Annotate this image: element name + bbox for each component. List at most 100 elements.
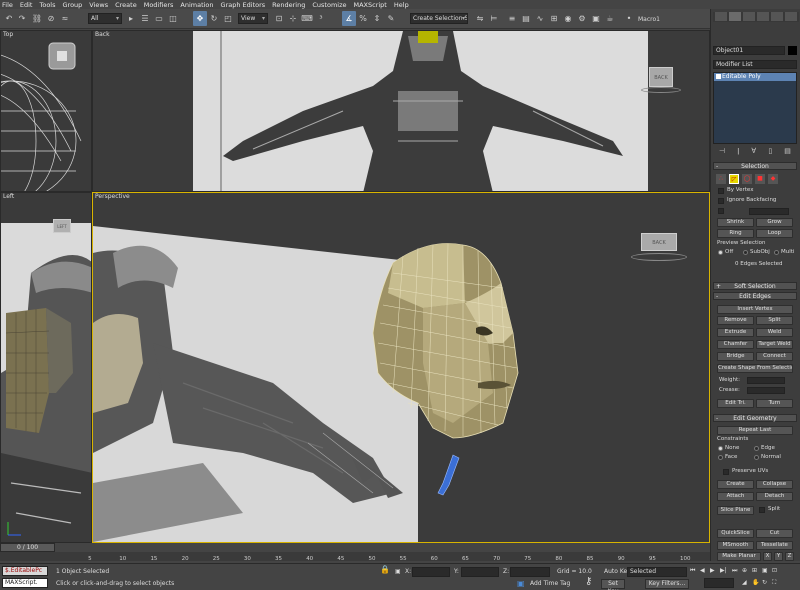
shrink-button[interactable]: Shrink — [717, 218, 754, 227]
connect-button[interactable]: Connect — [756, 352, 793, 361]
maxscript-listener-output[interactable]: MAXScript. — [2, 578, 48, 588]
edit-named-selection-icon[interactable]: ✎ — [384, 11, 398, 26]
preview-multi-radio[interactable] — [774, 250, 779, 255]
polygon-level-icon[interactable]: ■ — [755, 173, 765, 184]
soft-selection-rollout-header[interactable]: + Soft Selection — [713, 282, 797, 290]
previous-frame-icon[interactable]: ◀ — [700, 567, 705, 574]
split-checkbox[interactable] — [759, 507, 765, 513]
viewport-top-label[interactable]: Top — [3, 31, 13, 38]
by-angle-checkbox[interactable] — [718, 208, 724, 214]
collapse-button[interactable]: Collapse — [756, 480, 793, 489]
render-production-icon[interactable]: ☕ — [603, 11, 617, 26]
hierarchy-tab-icon[interactable] — [743, 12, 755, 21]
menu-group[interactable]: Group — [63, 1, 83, 9]
viewport-back[interactable]: Back BACK — [92, 30, 710, 192]
show-end-result-icon[interactable]: ǀ — [737, 147, 739, 157]
stack-expand-icon[interactable] — [716, 74, 721, 79]
select-manipulate-icon[interactable]: ⊹ — [286, 11, 300, 26]
maxscript-listener-input[interactable]: $.EditablePc — [2, 566, 48, 576]
align-icon[interactable]: ⊨ — [487, 11, 501, 26]
edit-edges-rollout-header[interactable]: - Edit Edges — [713, 292, 797, 300]
preview-off-radio[interactable] — [718, 250, 723, 255]
constraint-normal-radio[interactable] — [754, 455, 759, 460]
layer-manager-icon[interactable]: ≡ — [505, 11, 519, 26]
slice-plane-button[interactable]: Slice Plane — [717, 506, 754, 515]
macro-label[interactable]: Macro1 — [638, 16, 660, 23]
object-color-swatch[interactable] — [788, 46, 797, 55]
material-editor-icon[interactable]: ◉ — [561, 11, 575, 26]
select-object-icon[interactable]: ▸ — [124, 11, 138, 26]
menu-modifiers[interactable]: Modifiers — [144, 1, 174, 9]
modifier-list-dropdown[interactable]: Modifier List — [713, 60, 797, 69]
viewcube-ring[interactable] — [641, 87, 681, 93]
named-selection-dropdown[interactable]: Create Selection Se — [410, 13, 468, 24]
key-filters-button[interactable]: Key Filters... — [645, 579, 689, 589]
stack-item-editable-poly[interactable]: Editable Poly — [714, 73, 796, 81]
modifier-stack[interactable]: Editable Poly — [713, 72, 797, 144]
menu-views[interactable]: Views — [89, 1, 108, 9]
zoom-extents-all-icon[interactable]: ⊡ — [772, 567, 777, 574]
detach-button[interactable]: Detach — [756, 492, 793, 501]
target-weld-button[interactable]: Target Weld — [756, 340, 793, 349]
preview-subobj-radio[interactable] — [743, 250, 748, 255]
rectangular-selection-icon[interactable]: ▭ — [152, 11, 166, 26]
x-coord-field[interactable] — [412, 567, 450, 577]
viewport-left[interactable]: Left LEFT — [0, 192, 92, 543]
next-frame-icon[interactable]: ▶| — [720, 567, 727, 574]
menu-help[interactable]: Help — [394, 1, 409, 9]
make-planar-button[interactable]: Make Planar — [717, 552, 761, 561]
selection-filter-dropdown[interactable]: All — [88, 13, 122, 24]
viewport-back-label[interactable]: Back — [95, 31, 110, 38]
window-crossing-icon[interactable]: ◫ — [166, 11, 180, 26]
unlink-icon[interactable]: ⊘ — [44, 11, 58, 26]
reference-coordinate-dropdown[interactable]: View — [238, 13, 268, 24]
remove-button[interactable]: Remove — [717, 316, 754, 325]
quickslice-button[interactable]: QuickSlice — [717, 529, 754, 538]
track-bar[interactable] — [0, 552, 710, 561]
menu-edit[interactable]: Edit — [20, 1, 33, 9]
make-planar-x-button[interactable]: X — [763, 552, 772, 561]
menu-create[interactable]: Create — [115, 1, 137, 9]
menu-animation[interactable]: Animation — [180, 1, 213, 9]
key-mode-dropdown[interactable]: Selected — [627, 567, 687, 577]
play-icon[interactable]: ▶ — [710, 567, 715, 574]
redo-icon[interactable]: ↷ — [15, 11, 29, 26]
by-angle-spinner[interactable] — [749, 208, 789, 215]
orbit-icon[interactable]: ↻ — [762, 579, 767, 586]
select-and-scale-icon[interactable]: ◰ — [221, 11, 235, 26]
edit-tri-button[interactable]: Edit Tri. — [717, 399, 754, 408]
cut-button[interactable]: Cut — [756, 529, 793, 538]
make-planar-z-button[interactable]: Z — [785, 552, 794, 561]
angle-snap-icon[interactable]: ∡ — [342, 11, 356, 26]
chamfer-button[interactable]: Chamfer — [717, 340, 754, 349]
undo-icon[interactable]: ↶ — [2, 11, 16, 26]
menu-rendering[interactable]: Rendering — [272, 1, 305, 9]
weld-button[interactable]: Weld — [756, 328, 793, 337]
viewport-top[interactable]: Top — [0, 30, 92, 192]
percent-snap-icon[interactable]: % — [356, 11, 370, 26]
vertex-level-icon[interactable]: ∴ — [716, 173, 726, 184]
bridge-button[interactable]: Bridge — [717, 352, 754, 361]
field-of-view-icon[interactable]: ◢ — [742, 579, 747, 586]
object-name-field[interactable]: Object01 — [713, 46, 785, 55]
spinner-snap-icon[interactable]: ⇕ — [370, 11, 384, 26]
zoom-all-icon[interactable]: ⊞ — [752, 567, 757, 574]
zoom-icon[interactable]: ⊕ — [742, 567, 747, 574]
preserve-uvs-checkbox[interactable] — [723, 469, 729, 475]
viewport-perspective[interactable]: Perspective BACK — [92, 192, 710, 543]
pin-stack-icon[interactable]: ⊣ — [719, 147, 725, 157]
utilities-tab-icon[interactable] — [785, 12, 797, 21]
insert-vertex-button[interactable]: Insert Vertex — [717, 305, 793, 314]
constraint-none-radio[interactable] — [718, 446, 723, 451]
selection-rollout-header[interactable]: - Selection — [713, 162, 797, 170]
constraint-edge-radio[interactable] — [754, 446, 759, 451]
crease-spinner[interactable] — [747, 387, 785, 394]
menu-customize[interactable]: Customize — [312, 1, 346, 9]
menu-file[interactable]: File — [2, 1, 13, 9]
make-unique-icon[interactable]: ∀ — [751, 147, 756, 157]
time-slider[interactable]: 0 / 100 — [0, 543, 55, 552]
grow-button[interactable]: Grow — [756, 218, 793, 227]
curve-editor-icon[interactable]: ∿ — [533, 11, 547, 26]
mirror-icon[interactable]: ⇋ — [473, 11, 487, 26]
link-icon[interactable]: ⛓ — [30, 11, 44, 26]
